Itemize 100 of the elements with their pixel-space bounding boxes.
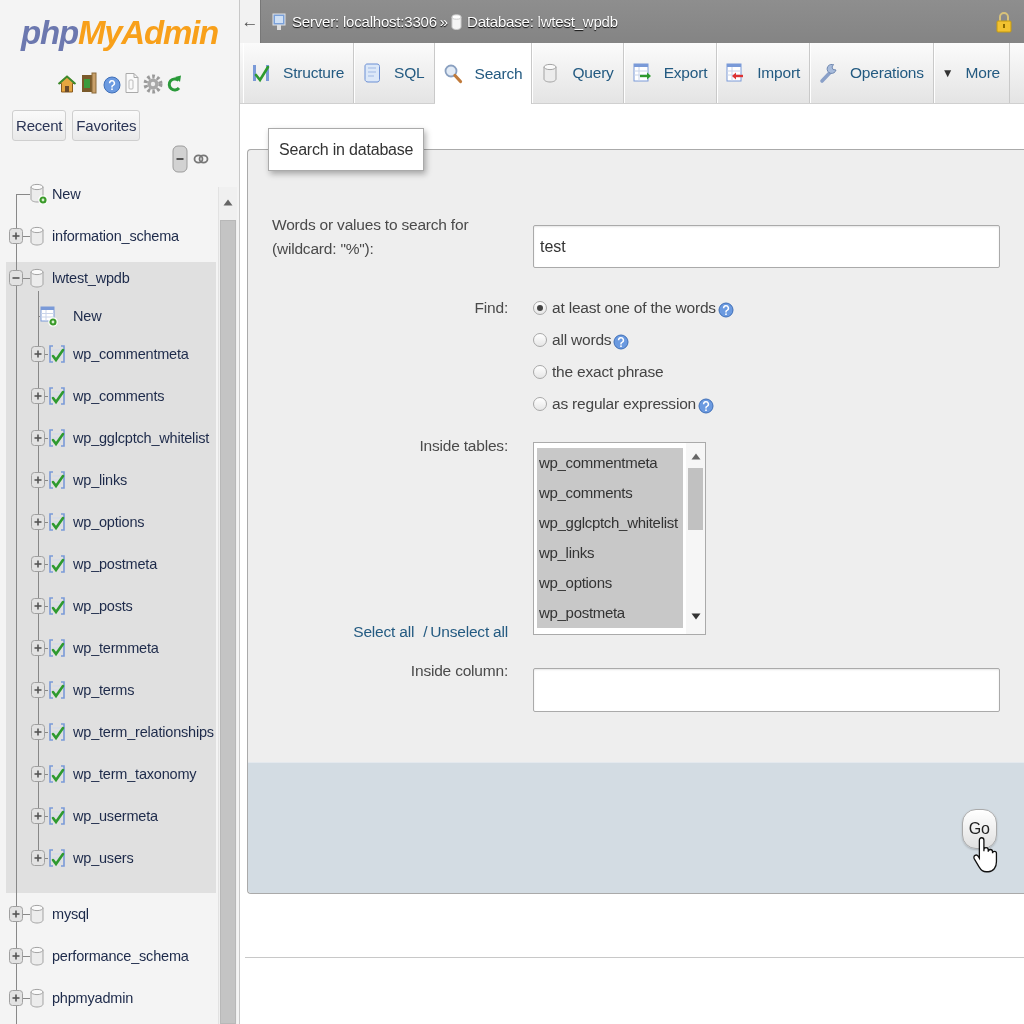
- logo[interactable]: phpMyAdmin: [21, 10, 218, 56]
- database-name[interactable]: lwtest_wpdb: [52, 270, 130, 286]
- table-option[interactable]: wp_links: [537, 538, 683, 568]
- radio-label[interactable]: the exact phrase: [552, 363, 664, 381]
- database-name[interactable]: information_schema: [52, 228, 179, 244]
- table-option[interactable]: wp_commentmeta: [537, 448, 683, 478]
- radio-button[interactable]: [533, 397, 547, 411]
- table-option[interactable]: wp_gglcptch_whitelist: [537, 508, 683, 538]
- help-icon[interactable]: [103, 76, 121, 94]
- table-name[interactable]: wp_commentmeta: [73, 346, 189, 362]
- expand-icon[interactable]: [31, 430, 45, 446]
- expand-icon[interactable]: [9, 906, 23, 922]
- tab[interactable]: Query: [532, 43, 624, 103]
- unselect-all-link[interactable]: Unselect all: [430, 620, 508, 644]
- table-name[interactable]: wp_term_relationships: [73, 724, 214, 740]
- select-all-link[interactable]: Select all: [353, 620, 415, 644]
- sidebar-scrollbar[interactable]: [218, 187, 237, 1024]
- table-name[interactable]: wp_termmeta: [73, 640, 159, 656]
- database-name[interactable]: phpmyadmin: [52, 990, 133, 1006]
- database-link[interactable]: Database: lwtest_wpdb: [467, 13, 618, 30]
- lock-icon[interactable]: [996, 10, 1012, 33]
- go-button[interactable]: Go: [961, 809, 997, 849]
- sidebar-button[interactable]: Recent: [12, 110, 67, 141]
- tab[interactable]: Search: [434, 43, 533, 104]
- table-name[interactable]: wp_links: [73, 472, 127, 488]
- column-field[interactable]: [533, 668, 1000, 712]
- database-name[interactable]: mysql: [52, 906, 89, 922]
- help-icon[interactable]: [717, 302, 734, 318]
- table-option[interactable]: wp_postmeta: [537, 598, 683, 628]
- server-link[interactable]: Server: localhost:3306: [292, 13, 437, 30]
- expand-icon[interactable]: [9, 948, 23, 964]
- scroll-up-icon[interactable]: [223, 199, 233, 206]
- database-icon: [30, 946, 44, 966]
- radio-label[interactable]: at least one of the words: [552, 299, 716, 317]
- table-icon: [48, 470, 66, 490]
- table-name[interactable]: wp_posts: [73, 598, 133, 614]
- expand-icon[interactable]: [9, 228, 23, 244]
- expand-icon[interactable]: [31, 598, 45, 614]
- collapse-all-icon[interactable]: [172, 145, 188, 173]
- table-name[interactable]: wp_gglcptch_whitelist: [73, 430, 210, 446]
- reload-icon[interactable]: [166, 74, 182, 94]
- scroll-up-icon[interactable]: [690, 453, 701, 460]
- table-name[interactable]: wp_term_taxonomy: [73, 766, 197, 782]
- table-icon: [48, 344, 66, 364]
- table-name[interactable]: wp_users: [73, 850, 134, 866]
- scroll-down-icon[interactable]: [690, 613, 701, 620]
- tab[interactable]: Structure: [243, 43, 355, 103]
- expand-icon[interactable]: [31, 388, 45, 404]
- radio-label[interactable]: as regular expression: [552, 395, 696, 413]
- settings-icon[interactable]: [143, 74, 163, 94]
- radio-button[interactable]: [533, 333, 547, 347]
- collapse-icon[interactable]: [9, 270, 23, 286]
- door-icon[interactable]: [80, 72, 98, 94]
- tab[interactable]: Export: [623, 43, 718, 103]
- expand-icon[interactable]: [31, 850, 45, 866]
- table-option[interactable]: wp_options: [537, 568, 683, 598]
- table-name[interactable]: wp_usermeta: [73, 808, 158, 824]
- new-table-link[interactable]: New: [73, 308, 102, 324]
- database-name[interactable]: performance_schema: [52, 948, 189, 964]
- radio-button[interactable]: [533, 301, 547, 315]
- radio-button[interactable]: [533, 365, 547, 379]
- database-icon[interactable]: [451, 12, 462, 31]
- scrollbar-thumb[interactable]: [220, 220, 236, 1024]
- tables-listbox[interactable]: wp_commentmeta wp_comments wp_gglcptch_whitelist wp_links wp_options wp_postmeta: [533, 442, 706, 635]
- expand-icon[interactable]: [31, 724, 45, 740]
- document-icon[interactable]: [124, 72, 140, 94]
- listbox-scrollbar[interactable]: [686, 443, 705, 634]
- table-name[interactable]: wp_comments: [73, 388, 165, 404]
- table-icon: [48, 764, 66, 784]
- back-button[interactable]: ←: [240, 0, 261, 43]
- table-name[interactable]: wp_terms: [73, 682, 135, 698]
- tab[interactable]: Operations: [810, 43, 934, 103]
- expand-icon[interactable]: [31, 766, 45, 782]
- expand-icon[interactable]: [9, 990, 23, 1006]
- scrollbar-thumb[interactable]: [688, 468, 703, 530]
- new-table-icon: [40, 305, 58, 327]
- table-name[interactable]: wp_postmeta: [73, 556, 158, 572]
- table-name[interactable]: wp_options: [73, 514, 145, 530]
- link-icon[interactable]: [193, 153, 209, 165]
- tab[interactable]: Import: [717, 43, 810, 103]
- radio-label[interactable]: all words: [552, 331, 612, 349]
- expand-icon[interactable]: [31, 472, 45, 488]
- search-field[interactable]: test: [533, 225, 1000, 268]
- table-option[interactable]: wp_comments: [537, 478, 683, 508]
- expand-icon[interactable]: [31, 682, 45, 698]
- expand-icon[interactable]: [31, 346, 45, 362]
- tab[interactable]: SQL: [354, 43, 435, 103]
- expand-icon[interactable]: [31, 514, 45, 530]
- expand-icon[interactable]: [31, 808, 45, 824]
- expand-icon[interactable]: [31, 640, 45, 656]
- sidebar-button[interactable]: Favorites: [72, 110, 141, 141]
- database-icon: [30, 268, 44, 288]
- help-icon[interactable]: [698, 398, 714, 414]
- expand-icon[interactable]: [31, 556, 45, 572]
- server-icon[interactable]: [272, 12, 288, 31]
- table-icon: [48, 722, 66, 742]
- new-database-link[interactable]: New: [52, 186, 81, 202]
- home-icon[interactable]: [57, 74, 77, 94]
- help-icon[interactable]: [613, 334, 630, 350]
- tab[interactable]: ▼ More: [933, 43, 1011, 103]
